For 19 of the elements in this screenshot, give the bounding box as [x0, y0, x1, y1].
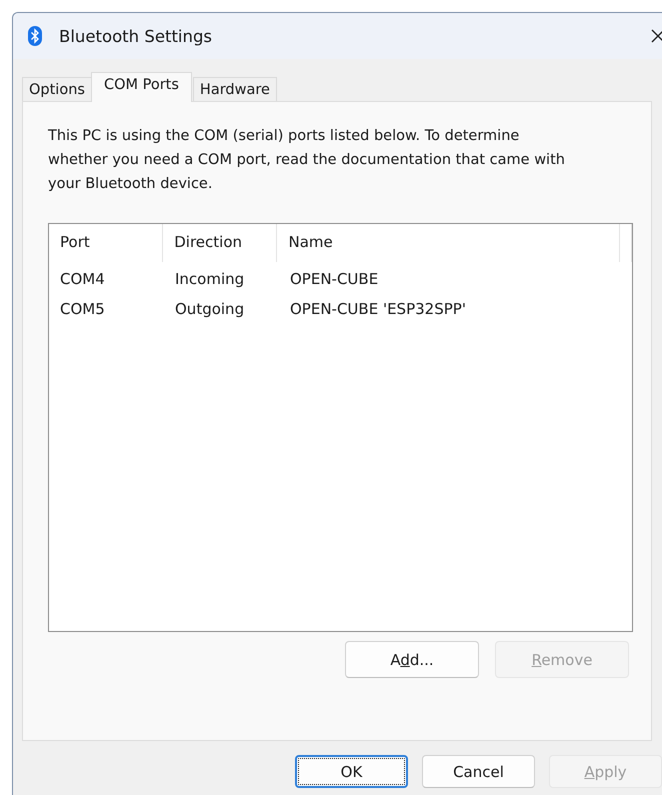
ok-button[interactable]: OK [295, 755, 408, 788]
add-button[interactable]: Add... [345, 641, 479, 678]
table-cell-text: COM5 [59, 300, 106, 318]
column-header[interactable]: Port [49, 224, 164, 262]
cancel-button[interactable]: Cancel [422, 755, 535, 788]
tab[interactable]: Hardware [192, 77, 277, 101]
description-text: This PC is using the COM (serial) ports listed below. To determine whether you need a COM port, read the documentation that came with your Bluetooth device. [48, 127, 566, 194]
table-cell-text: COM4 [59, 270, 106, 288]
column-header[interactable]: Direction [163, 224, 278, 262]
tab[interactable]: Options [22, 77, 92, 101]
window-title: Bluetooth Settings [59, 26, 212, 46]
tab[interactable]: COM Ports [90, 72, 192, 102]
bluetooth-icon [28, 26, 42, 46]
column-header[interactable]: Name [277, 224, 620, 262]
table-cell-text: OPEN-CUBE [289, 270, 380, 288]
close-icon[interactable] [650, 28, 662, 44]
table-cell-text: OPEN-CUBE 'ESP32SPP' [289, 300, 467, 318]
table-cell-text: Outgoing [174, 300, 246, 318]
table-cell-text: Incoming [174, 270, 246, 288]
